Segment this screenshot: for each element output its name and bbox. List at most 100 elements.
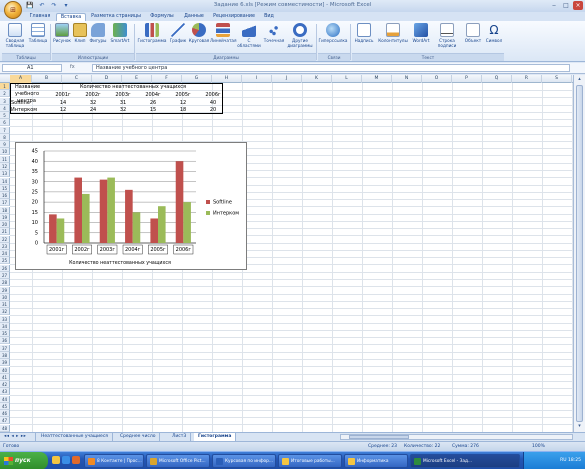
row-header-48[interactable]: 48 <box>0 424 10 432</box>
vertical-scrollbar[interactable]: ▴ ▾ <box>573 75 585 432</box>
row-header-35[interactable]: 35 <box>0 330 10 338</box>
maximize-button[interactable]: □ <box>561 1 571 10</box>
row-header-37[interactable]: 37 <box>0 344 10 352</box>
column-header-i[interactable]: I <box>242 75 272 83</box>
smartart-button[interactable]: SmartArt <box>108 23 132 43</box>
row-header-36[interactable]: 36 <box>0 337 10 345</box>
taskbar-item-excel[interactable]: Microsoft Excel - Зад... <box>410 454 520 468</box>
row-header-3[interactable]: 3 <box>0 97 10 105</box>
row-header-12[interactable]: 12 <box>0 162 10 170</box>
picture-button[interactable]: Рисунок <box>52 23 72 43</box>
row-header-7[interactable]: 7 <box>0 126 10 134</box>
row-header-41[interactable]: 41 <box>0 373 10 381</box>
scroll-down-icon[interactable]: ▾ <box>575 423 584 430</box>
row-header-31[interactable]: 31 <box>0 301 10 309</box>
column-header-e[interactable]: E <box>122 75 152 83</box>
row-header-8[interactable]: 8 <box>0 133 10 141</box>
column-header-n[interactable]: N <box>392 75 422 83</box>
column-header-f[interactable]: F <box>152 75 182 83</box>
quicklaunch-browser-icon[interactable] <box>62 456 70 464</box>
column-header-j[interactable]: J <box>272 75 302 83</box>
row-header-21[interactable]: 21 <box>0 228 10 236</box>
area-chart-button[interactable]: С областями <box>236 23 262 48</box>
row-header-14[interactable]: 14 <box>0 177 10 185</box>
textbox-button[interactable]: Надпись <box>352 23 376 43</box>
shapes-button[interactable]: Фигуры <box>88 23 108 43</box>
column-header-l[interactable]: L <box>332 75 362 83</box>
column-header-g[interactable]: G <box>182 75 212 83</box>
row-header-33[interactable]: 33 <box>0 315 10 323</box>
fx-icon[interactable]: fx <box>70 64 75 70</box>
row-header-1[interactable]: 1 <box>0 83 10 90</box>
column-header-r[interactable]: R <box>512 75 542 83</box>
quicklaunch-folder-icon[interactable] <box>52 456 60 464</box>
row-header-46[interactable]: 46 <box>0 410 10 418</box>
name-box[interactable]: A1 <box>2 64 62 72</box>
scatter-chart-button[interactable]: Точечная <box>262 23 286 43</box>
row-header-29[interactable]: 29 <box>0 286 10 294</box>
taskbar-item-final-works[interactable]: Итоговые работы... <box>278 454 342 468</box>
column-header-c[interactable]: C <box>62 75 92 83</box>
close-button[interactable]: × <box>573 1 583 10</box>
row-header-34[interactable]: 34 <box>0 322 10 330</box>
column-header-m[interactable]: M <box>362 75 392 83</box>
clipart-button[interactable]: Клип <box>72 23 88 43</box>
column-header-k[interactable]: K <box>302 75 332 83</box>
row-header-4[interactable]: 4 <box>0 104 10 112</box>
column-header-q[interactable]: Q <box>482 75 512 83</box>
object-button[interactable]: Объект <box>462 23 484 43</box>
worksheet-grid[interactable]: ABCDEFGHIJKLMNOPQRS 1 2 3 4 5 6 7 8 9 10 11 12 13 14 1… <box>0 75 573 433</box>
row-header-26[interactable]: 26 <box>0 264 10 272</box>
row-header-28[interactable]: 28 <box>0 279 10 287</box>
taskbar-item-coursework[interactable]: Курсовая по инфор... <box>212 454 276 468</box>
minimize-button[interactable]: ‒ <box>549 1 559 10</box>
column-header-b[interactable]: B <box>32 75 62 83</box>
row-header-30[interactable]: 30 <box>0 293 10 301</box>
row-header-22[interactable]: 22 <box>0 235 10 243</box>
column-header-o[interactable]: O <box>422 75 452 83</box>
wordart-button[interactable]: WordArt <box>410 23 432 43</box>
row-header-45[interactable]: 45 <box>0 402 10 410</box>
header-footer-button[interactable]: Колонтитулы <box>376 23 410 43</box>
horizontal-scroll-thumb[interactable] <box>349 435 409 439</box>
start-button[interactable]: пуск <box>0 452 48 469</box>
symbol-button[interactable]: Ω Символ <box>484 23 504 43</box>
row-header-39[interactable]: 39 <box>0 359 10 367</box>
row-header-24[interactable]: 24 <box>0 250 10 258</box>
taskbar-item-picture-manager[interactable]: Microsoft Office Pict... <box>146 454 210 468</box>
column-chart-button[interactable]: Гистограмма <box>136 23 168 43</box>
row-header-16[interactable]: 16 <box>0 192 10 200</box>
row-header-43[interactable]: 43 <box>0 388 10 396</box>
tab-home[interactable]: Главная <box>26 13 54 21</box>
row-header-27[interactable]: 27 <box>0 272 10 280</box>
sheet-tab-sheet3[interactable]: Лист3 <box>168 433 192 441</box>
row-header-6[interactable]: 6 <box>0 119 10 127</box>
tab-view[interactable]: Вид <box>260 13 278 21</box>
formula-input[interactable]: Название учебного центра <box>92 64 570 72</box>
table-button[interactable]: Таблица <box>28 23 48 43</box>
row-header-47[interactable]: 47 <box>0 417 10 425</box>
scroll-up-icon[interactable]: ▴ <box>575 76 584 83</box>
bar-chart-button[interactable]: Линейчатая <box>210 23 236 43</box>
tab-insert[interactable]: Вставка <box>56 13 86 21</box>
pivot-table-button[interactable]: Сводная таблица <box>4 23 26 48</box>
horizontal-scrollbar[interactable] <box>340 434 573 440</box>
office-button[interactable]: ⊞ <box>4 1 22 19</box>
zoom-level[interactable]: 100% <box>532 443 545 451</box>
row-header-19[interactable]: 19 <box>0 213 10 221</box>
sheet-tab-average[interactable]: Среднее число <box>116 433 161 441</box>
column-header-d[interactable]: D <box>92 75 122 83</box>
row-header-23[interactable]: 23 <box>0 242 10 250</box>
taskbar-item-vkontakte[interactable]: 8 Контакте | Прос... <box>84 454 144 468</box>
row-header-20[interactable]: 20 <box>0 221 10 229</box>
row-header-17[interactable]: 17 <box>0 199 10 207</box>
column-header-a[interactable]: A <box>10 75 32 83</box>
line-chart-button[interactable]: График <box>168 23 188 43</box>
row-header-11[interactable]: 11 <box>0 155 10 163</box>
row-header-9[interactable]: 9 <box>0 141 10 149</box>
chart-object[interactable]: 0 5 10 15 20 25 30 35 40 45 2001г 2002г 2003г 2004г 20… <box>15 142 247 270</box>
column-header-p[interactable]: P <box>452 75 482 83</box>
signature-line-button[interactable]: Строка подписи <box>432 23 462 48</box>
row-header-42[interactable]: 42 <box>0 381 10 389</box>
hyperlink-button[interactable]: Гиперссылка <box>318 23 348 43</box>
